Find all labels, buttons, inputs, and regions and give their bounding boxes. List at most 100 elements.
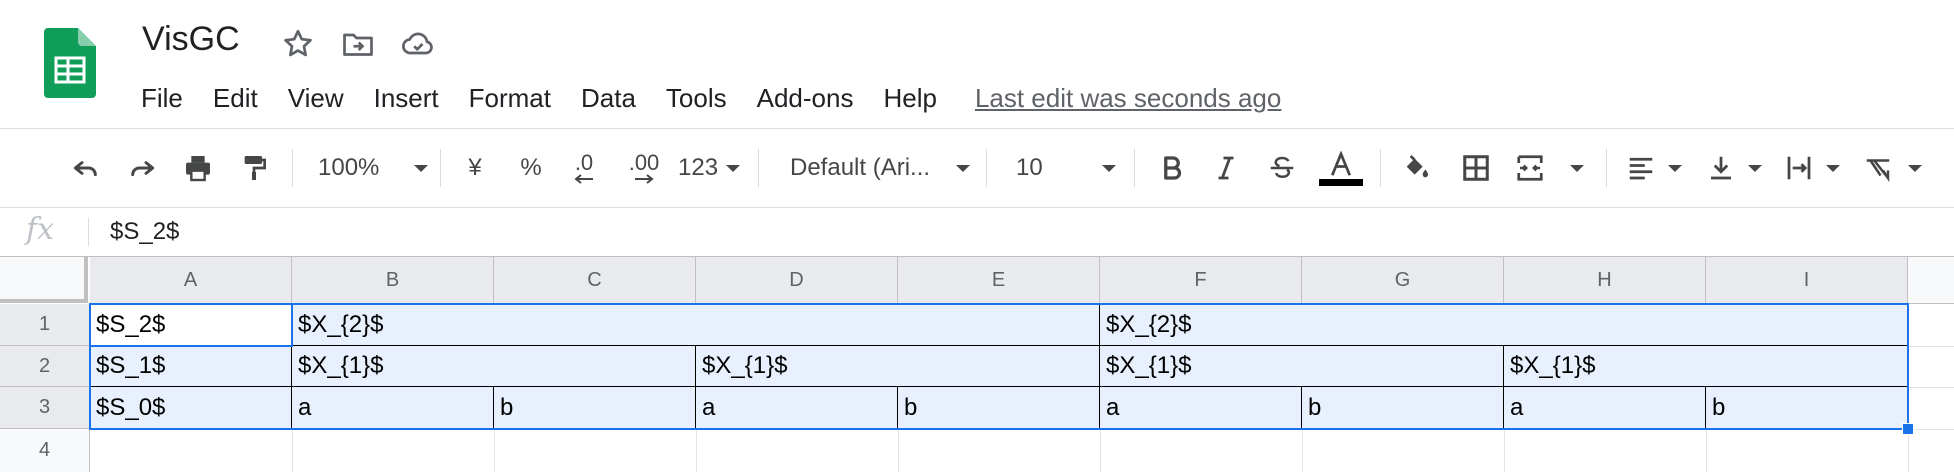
cell-h2-merged[interactable]: $X_{1}$	[1504, 346, 1908, 387]
title-bar: VisGC File Edit View Insert Format Data …	[0, 0, 1954, 128]
column-header-b[interactable]: B	[292, 257, 494, 304]
row-header-4[interactable]: 4	[0, 429, 90, 472]
menu-help[interactable]: Help	[883, 83, 936, 114]
print-button[interactable]	[178, 143, 218, 193]
cell-a2[interactable]: $S_1$	[90, 346, 292, 387]
column-header-e[interactable]: E	[898, 257, 1100, 304]
borders-button[interactable]	[1456, 143, 1496, 193]
fill-handle[interactable]	[1902, 423, 1914, 435]
menu-insert[interactable]: Insert	[374, 83, 439, 114]
paint-format-icon	[244, 156, 266, 180]
increase-decimal-button[interactable]: .00	[622, 143, 666, 193]
paint-format-button[interactable]	[234, 143, 274, 193]
cell-f1-merged[interactable]: $X_{2}$	[1100, 304, 1908, 346]
arrow-right-icon	[635, 174, 654, 184]
redo-button[interactable]	[122, 143, 162, 193]
text-rotation-button[interactable]	[1862, 143, 1922, 193]
row-header-1[interactable]: 1	[0, 304, 90, 346]
column-header-f[interactable]: F	[1100, 257, 1302, 304]
chevron-down-icon	[726, 164, 740, 172]
cell-b1-merged[interactable]: $X_{2}$	[292, 304, 1100, 346]
chevron-down-icon	[1748, 164, 1762, 172]
cell-d3[interactable]: a	[696, 387, 898, 429]
document-title[interactable]: VisGC	[142, 20, 240, 59]
last-edit-link[interactable]: Last edit was seconds ago	[975, 83, 1281, 114]
menu-view[interactable]: View	[288, 83, 344, 114]
format-currency-button[interactable]: ¥	[460, 143, 490, 193]
zoom-select[interactable]: 100%	[318, 143, 428, 193]
more-formats-select[interactable]: 123	[678, 143, 740, 193]
sheet-grid: A B C D E F G H I 1 2 3 4 $S_2$ $X_{2}$ …	[0, 257, 1954, 472]
move-to-folder-icon[interactable]	[340, 26, 376, 62]
text-wrap-button[interactable]	[1784, 143, 1840, 193]
horizontal-align-button[interactable]	[1626, 143, 1682, 193]
cell-i3[interactable]: b	[1706, 387, 1908, 429]
cell-a3[interactable]: $S_0$	[90, 387, 292, 429]
cell-g3[interactable]: b	[1302, 387, 1504, 429]
formula-bar: fx $S_2$	[0, 208, 1954, 256]
column-header-d[interactable]: D	[696, 257, 898, 304]
merge-cells-icon	[1517, 155, 1543, 181]
italic-icon	[1218, 156, 1234, 180]
column-header-a[interactable]: A	[90, 257, 292, 304]
cell-f2-merged[interactable]: $X_{1}$	[1100, 346, 1504, 387]
vertical-align-button[interactable]	[1706, 143, 1762, 193]
toolbar-separator	[1134, 149, 1135, 187]
formula-input[interactable]: $S_2$	[110, 218, 179, 246]
fill-color-button[interactable]	[1396, 143, 1436, 193]
redo-icon	[131, 161, 155, 177]
gridline	[1504, 429, 1505, 472]
format-percent-button[interactable]: %	[516, 143, 546, 193]
cell-a1[interactable]: $S_2$	[90, 304, 292, 346]
gridline	[696, 429, 697, 472]
italic-button[interactable]	[1206, 143, 1246, 193]
cell-e3[interactable]: b	[898, 387, 1100, 429]
cell-c3[interactable]: b	[494, 387, 696, 429]
fx-icon: fx	[26, 212, 55, 247]
toolbar-separator	[758, 149, 759, 187]
menu-add-ons[interactable]: Add-ons	[757, 83, 854, 114]
gridline	[1100, 429, 1101, 472]
text-color-icon	[1330, 150, 1352, 176]
menu-format[interactable]: Format	[469, 83, 551, 114]
chevron-down-icon	[1102, 164, 1116, 172]
menu-tools[interactable]: Tools	[666, 83, 727, 114]
column-header-i[interactable]: I	[1706, 257, 1908, 304]
star-icon[interactable]	[280, 26, 316, 62]
cell-b2-merged[interactable]: $X_{1}$	[292, 346, 696, 387]
bold-icon	[1164, 156, 1182, 180]
strikethrough-button[interactable]	[1262, 143, 1302, 193]
text-color-swatch	[1319, 178, 1363, 186]
column-header-g[interactable]: G	[1302, 257, 1504, 304]
cell-b3[interactable]: a	[292, 387, 494, 429]
bold-button[interactable]	[1152, 143, 1192, 193]
font-size-select[interactable]: 10	[1016, 143, 1116, 193]
horizontal-align-icon	[1629, 157, 1653, 180]
arrow-left-icon	[574, 174, 593, 184]
formula-divider	[88, 218, 89, 246]
menu-file[interactable]: File	[141, 83, 183, 114]
decrease-decimal-button[interactable]: .0	[566, 143, 602, 193]
cloud-saved-icon[interactable]	[400, 26, 436, 62]
text-color-button[interactable]	[1318, 143, 1364, 193]
chevron-down-icon	[1668, 164, 1682, 172]
row-header-2[interactable]: 2	[0, 346, 90, 387]
menu-bar: File Edit View Insert Format Data Tools …	[141, 80, 1281, 116]
column-header-h[interactable]: H	[1504, 257, 1706, 304]
gridline	[292, 429, 293, 472]
menu-edit[interactable]: Edit	[213, 83, 258, 114]
fill-color-icon	[1406, 155, 1428, 178]
more-formats-label: 123	[678, 154, 719, 181]
cell-h3[interactable]: a	[1504, 387, 1706, 429]
sheets-logo-icon[interactable]	[44, 28, 96, 98]
cell-f3[interactable]: a	[1100, 387, 1302, 429]
column-header-c[interactable]: C	[494, 257, 696, 304]
merge-cells-button[interactable]	[1514, 143, 1584, 193]
undo-button[interactable]	[66, 143, 106, 193]
menu-data[interactable]: Data	[581, 83, 636, 114]
font-select[interactable]: Default (Ari...	[790, 143, 970, 193]
row-header-3[interactable]: 3	[0, 387, 90, 429]
cell-d2-merged[interactable]: $X_{1}$	[696, 346, 1100, 387]
select-all-corner[interactable]	[0, 257, 88, 303]
undo-icon	[73, 161, 97, 177]
